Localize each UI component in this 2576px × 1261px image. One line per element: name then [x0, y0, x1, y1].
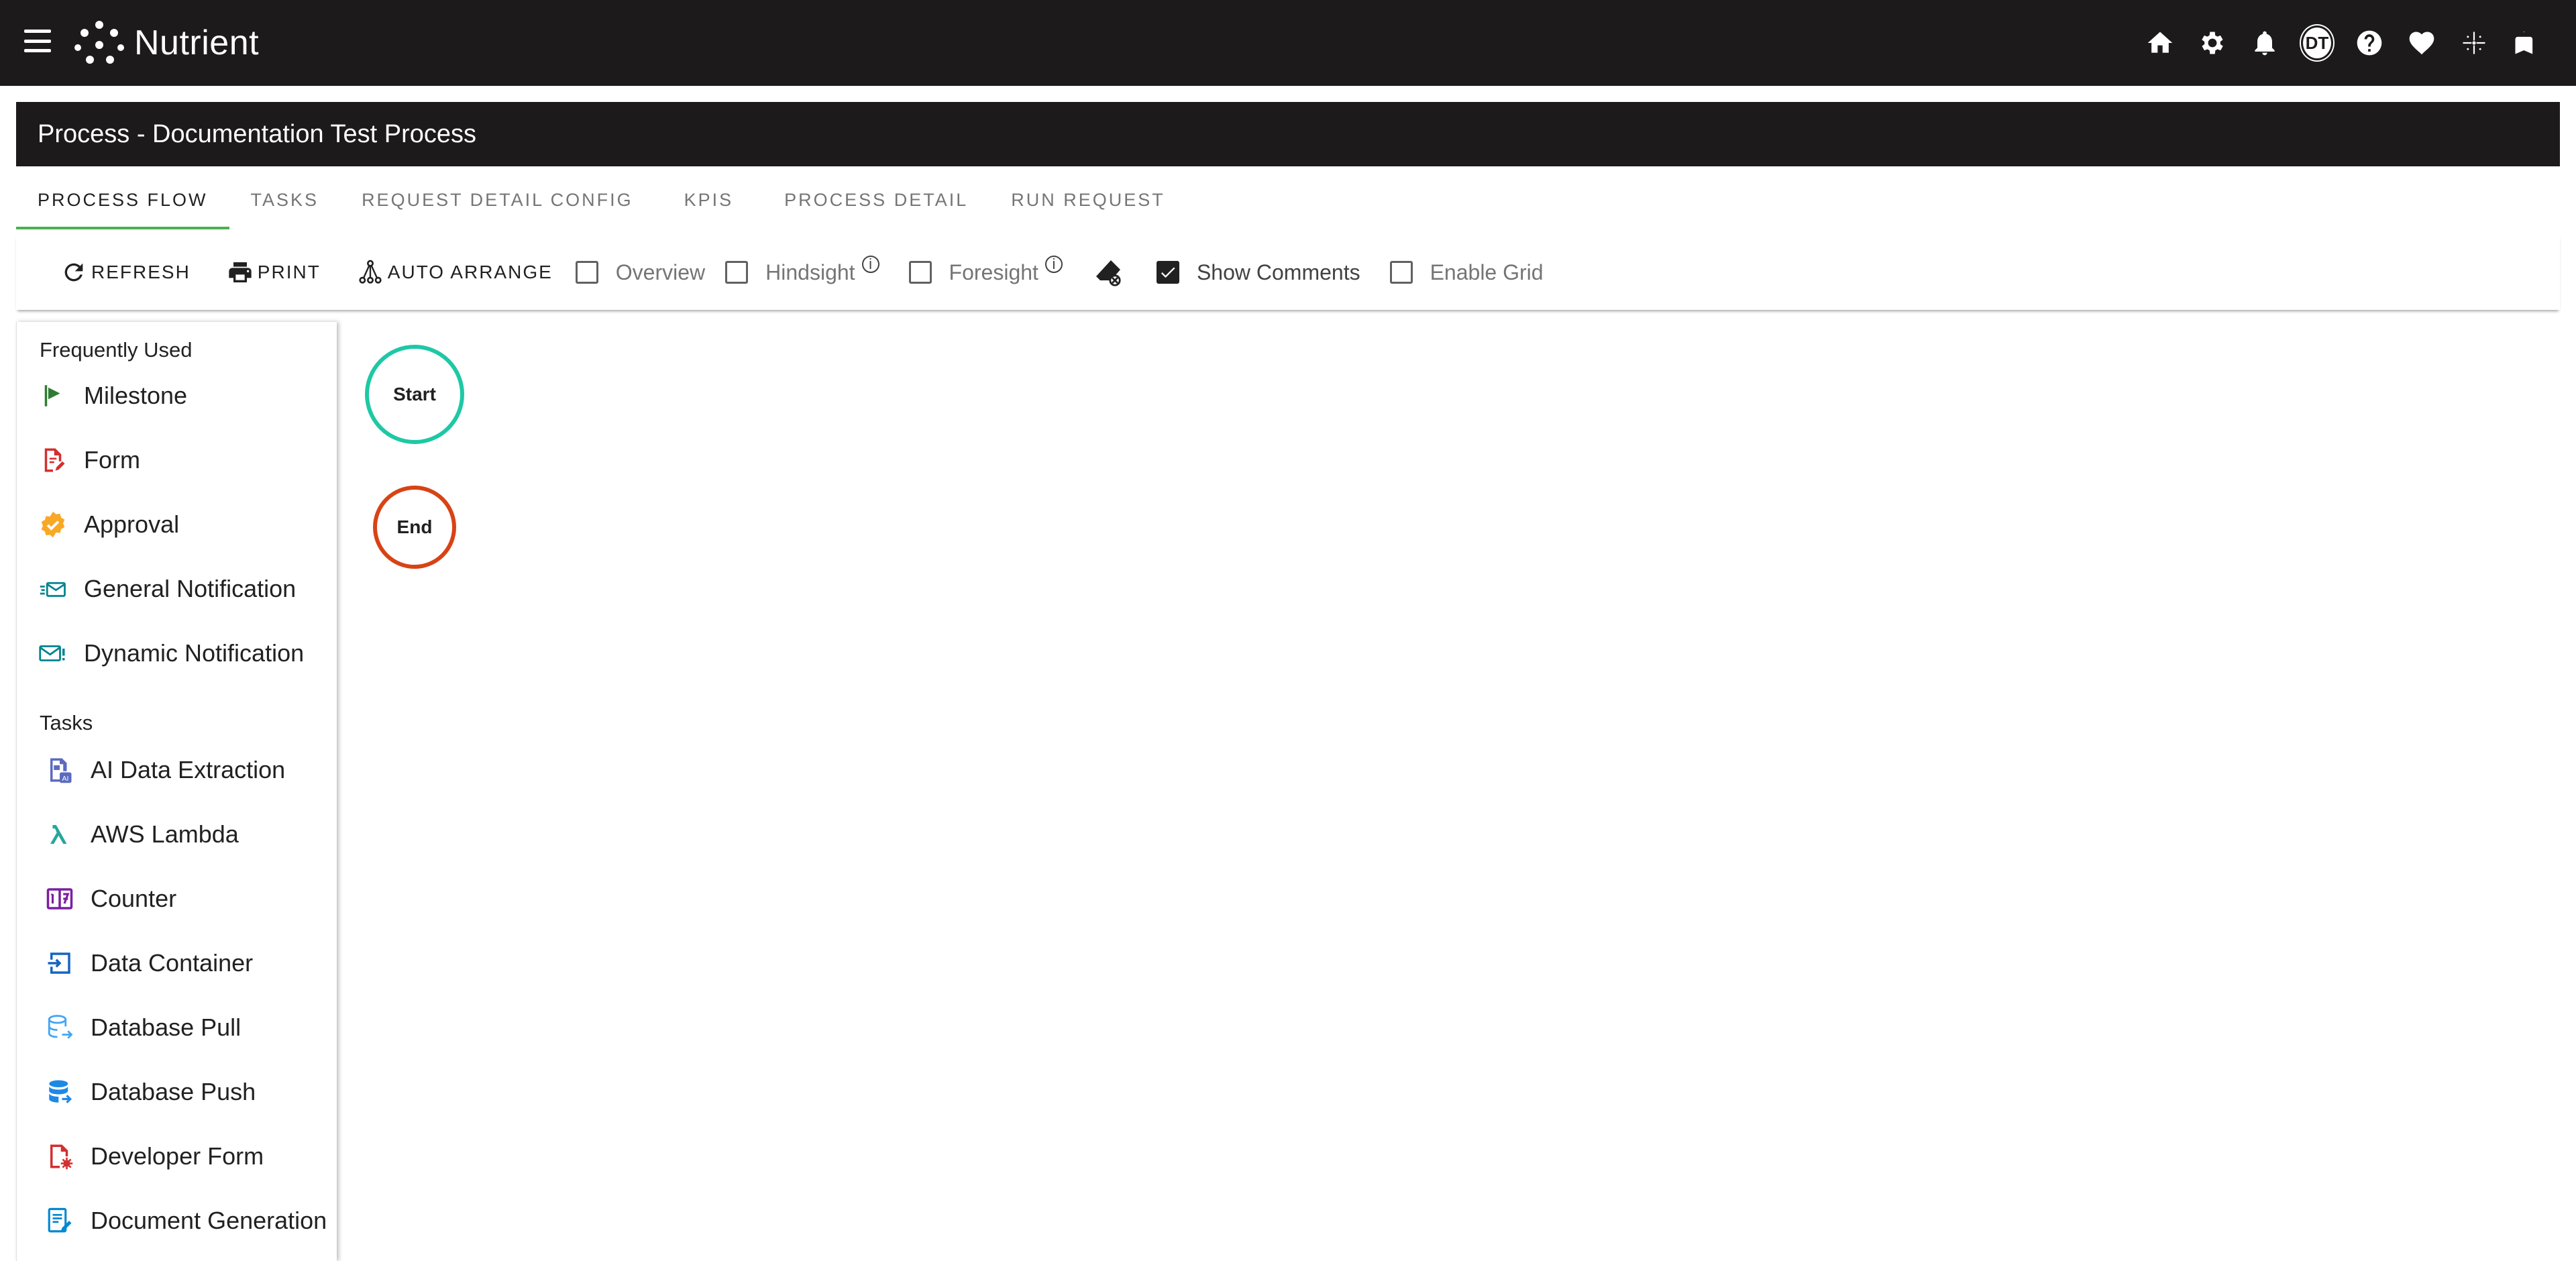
refresh-icon: [64, 263, 83, 282]
palette-item-developer-form[interactable]: Developer Form: [17, 1124, 337, 1189]
show-comments-checkbox[interactable]: Show Comments: [1156, 260, 1360, 285]
user-avatar[interactable]: DT: [2300, 24, 2334, 62]
printer-icon: [229, 262, 252, 282]
milestone-flag-icon: [37, 380, 69, 412]
app-name: Nutrient: [134, 23, 260, 62]
show-comments-checkbox-box[interactable]: [1156, 261, 1179, 284]
palette-item-counter[interactable]: Counter: [17, 867, 337, 931]
palette-item-general-notification[interactable]: General Notification: [17, 557, 337, 621]
tab-run-request[interactable]: RUN REQUEST: [989, 170, 1187, 229]
approval-badge-icon: [37, 508, 69, 541]
ai-data-extraction-icon: AI: [44, 754, 76, 786]
page-title-bar: Process - Documentation Test Process: [16, 102, 2560, 166]
home-icon[interactable]: [2144, 27, 2176, 59]
hindsight-checkbox[interactable]: Hindsight i: [725, 256, 879, 285]
palette-item-database-push[interactable]: Database Push: [17, 1060, 337, 1124]
menu-icon[interactable]: [24, 30, 51, 52]
bookmarks-icon[interactable]: [2510, 27, 2542, 59]
document-generation-icon: [44, 1205, 76, 1237]
favorites-heart-icon[interactable]: [2406, 27, 2438, 59]
tab-kpis[interactable]: KPIS: [655, 170, 763, 229]
sparkle-icon[interactable]: [2458, 27, 2490, 59]
print-button[interactable]: PRINT: [227, 259, 321, 286]
auto-arrange-button[interactable]: AUTO ARRANGE: [357, 259, 553, 286]
data-container-icon: [44, 947, 76, 979]
app-logo[interactable]: Nutrient: [72, 19, 259, 67]
tab-bar: PROCESS FLOW TASKS REQUEST DETAIL CONFIG…: [16, 170, 1187, 229]
refresh-button[interactable]: REFRESH: [60, 259, 191, 286]
palette-item-approval[interactable]: Approval: [17, 492, 337, 557]
hindsight-info-icon[interactable]: i: [861, 256, 879, 273]
dynamic-notification-icon: [37, 637, 69, 669]
tab-request-detail-config[interactable]: REQUEST DETAIL CONFIG: [340, 170, 655, 229]
enable-grid-checkbox-box[interactable]: [1389, 261, 1413, 284]
settings-gear-icon[interactable]: [2196, 27, 2229, 59]
tab-process-flow[interactable]: PROCESS FLOW: [16, 170, 229, 229]
database-push-icon: [44, 1076, 76, 1108]
top-app-bar: Nutrient DT: [0, 0, 2576, 86]
overview-checkbox-box[interactable]: [575, 261, 598, 284]
palette-item-database-pull[interactable]: Database Pull: [17, 995, 337, 1060]
eraser-icon[interactable]: [1092, 256, 1124, 288]
palette-item-milestone[interactable]: Milestone: [17, 364, 337, 428]
palette-item-data-container[interactable]: Data Container: [17, 931, 337, 995]
database-pull-icon: [44, 1011, 76, 1044]
process-flow-canvas[interactable]: Start End: [349, 322, 2560, 1261]
lambda-icon: [44, 818, 76, 851]
foresight-checkbox[interactable]: Foresight i: [908, 256, 1063, 285]
check-icon: [1161, 267, 1175, 278]
foresight-info-icon[interactable]: i: [1044, 256, 1063, 273]
help-icon[interactable]: [2353, 27, 2385, 59]
general-notification-icon: [37, 573, 69, 605]
notifications-bell-icon[interactable]: [2249, 27, 2281, 59]
palette-item-aws-lambda[interactable]: AWS Lambda: [17, 802, 337, 867]
palette-item-ai-data-extraction[interactable]: AI AI Data Extraction: [17, 738, 337, 802]
palette-item-dynamic-notification[interactable]: Dynamic Notification: [17, 621, 337, 686]
enable-grid-checkbox[interactable]: Enable Grid: [1389, 260, 1544, 285]
task-palette: Frequently Used Milestone Form Approval …: [16, 322, 337, 1261]
auto-arrange-icon: [359, 260, 382, 284]
hindsight-checkbox-box[interactable]: [725, 261, 749, 284]
form-icon: [37, 444, 69, 476]
process-toolbar: REFRESH PRINT AUTO ARRANGE Overview Hind…: [16, 235, 2560, 310]
palette-item-document-generation[interactable]: Document Generation: [17, 1189, 337, 1253]
tab-tasks[interactable]: TASKS: [229, 170, 341, 229]
page-title: Process - Documentation Test Process: [38, 119, 477, 148]
nutrient-logo-icon: [74, 21, 124, 64]
developer-form-icon: [44, 1140, 76, 1172]
tab-process-detail[interactable]: PROCESS DETAIL: [763, 170, 989, 229]
overview-checkbox[interactable]: Overview: [575, 260, 705, 285]
counter-icon: [44, 883, 76, 915]
end-node[interactable]: End: [373, 486, 456, 569]
palette-item-form[interactable]: Form: [17, 428, 337, 492]
foresight-checkbox-box[interactable]: [908, 261, 932, 284]
svg-text:AI: AI: [62, 775, 69, 783]
start-node[interactable]: Start: [365, 345, 464, 444]
